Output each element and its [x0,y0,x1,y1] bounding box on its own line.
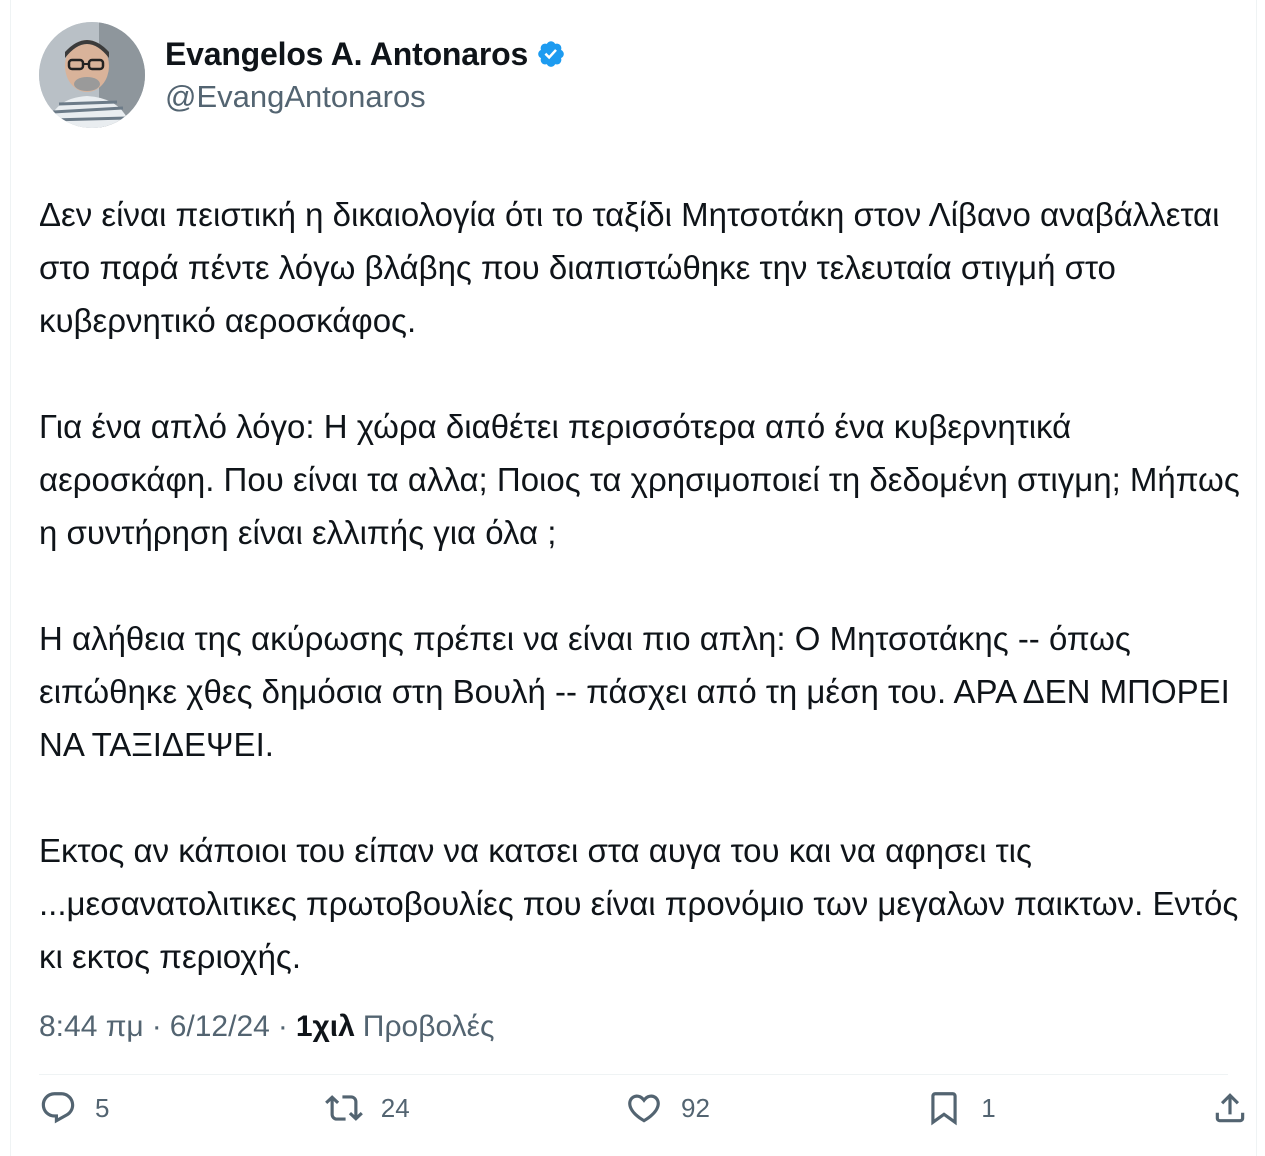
tweet-paragraph: Η αλήθεια της ακύρωσης πρέπει να είναι π… [39,620,1230,763]
tweet-date[interactable]: 6/12/24 [170,1010,270,1044]
like-count: 92 [680,1092,710,1123]
avatar[interactable] [39,22,145,128]
tweet-text: Δεν είναι πειστική η δικαιολογία ότι το … [39,188,1249,983]
meta-separator: · [277,1010,288,1043]
divider [39,1074,1228,1075]
heart-icon [628,1094,660,1123]
reply-icon [41,1092,75,1124]
meta-separator: · [151,1010,162,1043]
handle[interactable]: @EvangAntonaros [165,79,566,115]
display-name[interactable]: Evangelos A. Antonaros [165,36,528,73]
bookmark-button[interactable]: 1 [925,1089,996,1127]
views-count[interactable]: 1χιλ [296,1010,355,1044]
like-button[interactable]: 92 [625,1089,710,1127]
reply-button[interactable]: 5 [39,1089,109,1127]
tweet-paragraph: Δεν είναι πειστική η δικαιολογία ότι το … [39,196,1220,339]
tweet-header: Evangelos A. Antonaros @EvangAntonaros [39,22,566,128]
bookmark-icon [931,1092,957,1126]
retweet-button[interactable]: 24 [324,1089,410,1127]
bookmark-count: 1 [981,1092,996,1123]
retweet-icon [324,1095,363,1121]
action-bar: 5 24 92 1 [39,1085,1249,1131]
verified-badge-icon[interactable] [536,39,566,69]
author-info: Evangelos A. Antonaros @EvangAntonaros [165,36,566,115]
retweet-count: 24 [380,1092,410,1123]
tweet-paragraph: Για ένα απλό λόγο: Η χώρα διαθέτει περισ… [39,408,1240,551]
share-icon [1215,1093,1245,1123]
tweet-card: Evangelos A. Antonaros @EvangAntonaros Δ… [10,0,1257,1156]
views-label[interactable]: Προβολές [363,1010,495,1044]
reply-count: 5 [95,1092,110,1123]
tweet-time[interactable]: 8:44 πμ [39,1010,144,1044]
tweet-paragraph: Εκτος αν κάποιοι του είπαν να κατσει στα… [39,832,1239,975]
tweet-meta: 8:44 πμ · 6/12/24 · 1χιλ Προβολές [39,1010,494,1044]
name-row: Evangelos A. Antonaros [165,36,566,73]
profile-photo-icon [39,22,145,128]
share-button[interactable] [1211,1089,1249,1127]
